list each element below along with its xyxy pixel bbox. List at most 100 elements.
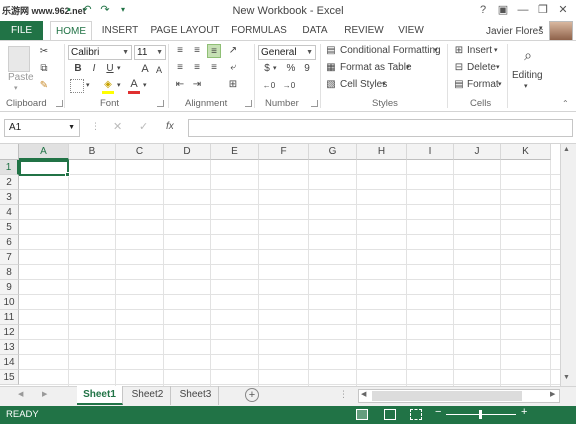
- row-header-5[interactable]: 5: [0, 220, 19, 235]
- row-header-6[interactable]: 6: [0, 235, 19, 250]
- prev-sheet-icon[interactable]: ◀: [18, 390, 23, 398]
- column-header-d[interactable]: D: [164, 144, 211, 160]
- currency-dropdown-icon[interactable]: ▾: [273, 64, 277, 72]
- align-right-icon[interactable]: ≡: [207, 61, 221, 75]
- italic-button[interactable]: I: [87, 62, 101, 76]
- merge-center-icon[interactable]: ⊞: [226, 78, 240, 92]
- row-header-9[interactable]: 9: [0, 280, 19, 295]
- borders-dropdown-icon[interactable]: ▾: [86, 81, 90, 89]
- scroll-down-icon[interactable]: ▼: [563, 374, 570, 381]
- alignment-launcher-icon[interactable]: [245, 100, 252, 107]
- insert-dropdown-icon[interactable]: ▾: [494, 46, 498, 54]
- column-header-e[interactable]: E: [211, 144, 259, 160]
- formula-input[interactable]: [188, 119, 573, 137]
- editing-button[interactable]: Editing: [512, 69, 543, 83]
- format-dropdown-icon[interactable]: ▾: [498, 80, 502, 88]
- format-as-table-icon[interactable]: ▦: [324, 61, 338, 75]
- column-header-b[interactable]: B: [69, 144, 116, 160]
- vertical-scrollbar[interactable]: [560, 144, 576, 386]
- worksheet-grid[interactable]: [0, 144, 560, 386]
- number-format-select[interactable]: General ▼: [258, 45, 316, 60]
- binoculars-icon[interactable]: ⌕: [518, 45, 538, 65]
- column-header-h[interactable]: H: [357, 144, 407, 160]
- delete-cells-icon[interactable]: ⊟: [452, 61, 466, 75]
- column-header-j[interactable]: J: [454, 144, 501, 160]
- name-box[interactable]: A1 ▼: [4, 119, 80, 137]
- delete-cells-button[interactable]: Delete: [467, 61, 496, 75]
- tab-formulas[interactable]: FORMULAS: [228, 21, 290, 41]
- orientation-icon[interactable]: ↗: [226, 44, 240, 58]
- sheet-tab-2[interactable]: Sheet2: [125, 386, 171, 405]
- new-sheet-icon[interactable]: +: [245, 388, 259, 402]
- format-painter-icon[interactable]: ✎: [37, 79, 51, 93]
- row-header-8[interactable]: 8: [0, 265, 19, 280]
- fill-color-icon[interactable]: ◈: [101, 78, 115, 92]
- insert-cells-button[interactable]: Insert: [467, 44, 492, 58]
- format-cells-button[interactable]: Format: [467, 78, 499, 92]
- restore-button[interactable]: ❐: [533, 2, 553, 18]
- fill-handle[interactable]: [65, 172, 70, 177]
- align-middle-icon[interactable]: ≡: [190, 44, 204, 58]
- percent-button[interactable]: %: [284, 62, 298, 76]
- select-all-button[interactable]: [0, 144, 19, 160]
- normal-view-icon[interactable]: [356, 409, 368, 420]
- cell-styles-icon[interactable]: ▧: [324, 78, 338, 92]
- file-tab[interactable]: FILE: [0, 21, 43, 41]
- row-header-3[interactable]: 3: [0, 190, 19, 205]
- zoom-out-icon[interactable]: −: [435, 406, 441, 418]
- conditional-formatting-button[interactable]: Conditional Formatting: [340, 44, 441, 58]
- paste-dropdown-icon[interactable]: ▾: [14, 84, 18, 92]
- conditional-formatting-icon[interactable]: ▤: [324, 44, 338, 58]
- bold-button[interactable]: B: [71, 62, 85, 76]
- cut-icon[interactable]: ✂: [37, 45, 51, 59]
- row-header-15[interactable]: 15: [0, 370, 19, 385]
- row-header-7[interactable]: 7: [0, 250, 19, 265]
- close-button[interactable]: ✕: [553, 2, 573, 18]
- paste-button[interactable]: Paste: [8, 71, 34, 85]
- comma-style-button[interactable]: 9: [300, 62, 314, 76]
- increase-font-icon[interactable]: A: [138, 62, 152, 76]
- column-header-a[interactable]: A: [19, 144, 69, 160]
- font-name-select[interactable]: Calibri ▼: [68, 45, 132, 60]
- page-break-view-icon[interactable]: [410, 409, 422, 420]
- page-layout-view-icon[interactable]: [384, 409, 396, 420]
- increase-decimal-icon[interactable]: ←0: [262, 79, 276, 93]
- user-dropdown-icon[interactable]: ▾: [539, 24, 543, 32]
- tab-page-layout[interactable]: PAGE LAYOUT: [150, 21, 220, 41]
- scroll-up-icon[interactable]: ▲: [563, 146, 570, 153]
- sheet-tab-3[interactable]: Sheet3: [173, 386, 219, 405]
- font-size-select[interactable]: 11 ▼: [134, 45, 166, 60]
- column-header-i[interactable]: I: [407, 144, 454, 160]
- column-header-c[interactable]: C: [116, 144, 164, 160]
- scroll-right-icon[interactable]: ▶: [550, 390, 555, 398]
- cancel-entry-icon[interactable]: ✕: [113, 120, 122, 133]
- cell-styles-button[interactable]: Cell Styles: [340, 78, 387, 92]
- insert-function-button[interactable]: fx: [166, 121, 174, 132]
- align-bottom-icon[interactable]: ≡: [207, 44, 221, 58]
- row-header-11[interactable]: 11: [0, 310, 19, 325]
- row-header-14[interactable]: 14: [0, 355, 19, 370]
- tab-split-grip-icon[interactable]: ⋮: [339, 389, 348, 400]
- font-launcher-icon[interactable]: [157, 100, 164, 107]
- insert-cells-icon[interactable]: ⊞: [452, 44, 466, 58]
- tab-view[interactable]: VIEW: [394, 21, 428, 41]
- delete-dropdown-icon[interactable]: ▾: [496, 63, 500, 71]
- next-sheet-icon[interactable]: ▶: [42, 390, 47, 398]
- underline-button[interactable]: U: [103, 62, 117, 76]
- cell-styles-dropdown-icon[interactable]: ▾: [382, 80, 386, 88]
- align-center-icon[interactable]: ≡: [190, 61, 204, 75]
- active-cell[interactable]: [19, 160, 69, 176]
- ribbon-display-options-button[interactable]: ▣: [493, 2, 513, 18]
- clipboard-launcher-icon[interactable]: [56, 100, 63, 107]
- tab-data[interactable]: DATA: [297, 21, 333, 41]
- zoom-in-icon[interactable]: +: [521, 406, 527, 418]
- borders-icon[interactable]: [70, 79, 84, 93]
- tab-insert[interactable]: INSERT: [98, 21, 142, 41]
- wrap-text-icon[interactable]: ⤶: [226, 61, 240, 75]
- format-as-table-button[interactable]: Format as Table: [340, 61, 412, 75]
- underline-dropdown-icon[interactable]: ▾: [117, 64, 121, 72]
- editing-dropdown-icon[interactable]: ▾: [524, 82, 528, 90]
- decrease-font-icon[interactable]: A: [152, 63, 166, 77]
- align-top-icon[interactable]: ≡: [173, 44, 187, 58]
- number-launcher-icon[interactable]: [311, 100, 318, 107]
